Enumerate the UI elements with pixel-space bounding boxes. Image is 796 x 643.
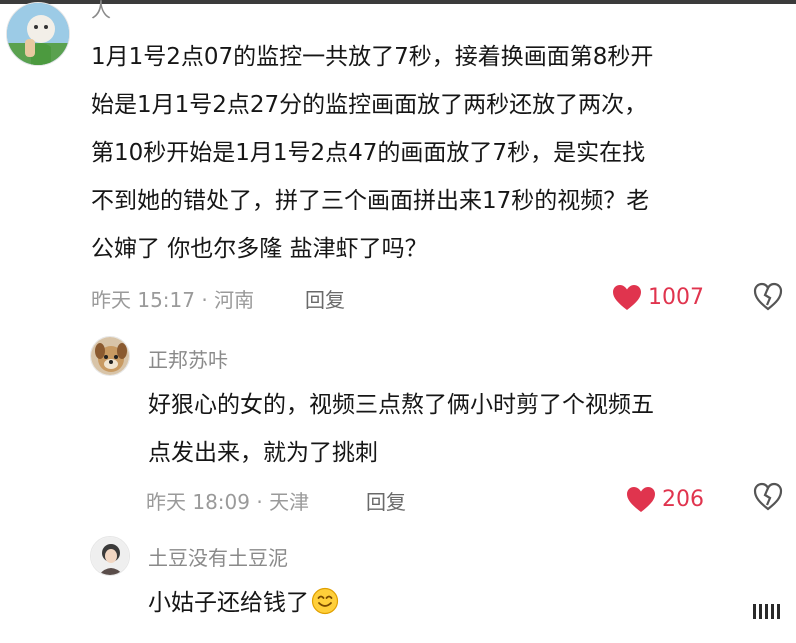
comment-text-line: 不到她的错处了，拼了三个画面拼出来17秒的视频？老 [91, 188, 650, 214]
comment-text-line: 小姑子还给钱了 [148, 584, 339, 623]
like-button[interactable]: 1007 [612, 283, 704, 311]
smiling-face-emoji-icon [311, 587, 339, 615]
username[interactable]: 人 [91, 0, 111, 23]
dislike-button[interactable] [753, 282, 783, 312]
dog-avatar-icon [91, 337, 129, 375]
comment-text-line: 始是1月1号2点27分的监控画面放了两秒还放了两次， [91, 92, 648, 118]
like-count: 1007 [648, 284, 704, 310]
photo-avatar-icon [91, 537, 129, 575]
broken-heart-icon [753, 482, 783, 511]
timestamp-location: 昨天 18:09 · 天津 [146, 490, 310, 514]
timestamp-location: 昨天 15:17 · 河南 [91, 288, 255, 312]
like-count: 206 [662, 486, 704, 512]
avatar[interactable] [6, 2, 70, 66]
comment-text-line: 公婶了 你也尔多隆 盐津虾了吗？ [91, 236, 428, 262]
avatar[interactable] [90, 336, 130, 376]
comment-text-line: 好狠心的女的，视频三点熬了俩小时剪了个视频五 [148, 392, 654, 418]
watermark-dots [753, 604, 780, 619]
broken-heart-icon [753, 282, 783, 311]
reply-item: 正邦苏咔 好狠心的女的，视频三点熬了俩小时剪了个视频五 点发出来，就为了挑刺 昨… [0, 320, 796, 520]
heart-icon [613, 284, 641, 310]
comment-text-line: 点发出来，就为了挑刺 [148, 440, 378, 466]
reply-button[interactable]: 回复 [305, 284, 345, 313]
comment-text-line: 1月1号2点07的监控一共放了7秒，接着换画面第8秒开 [91, 44, 654, 70]
cartoon-character-avatar-icon [7, 3, 69, 65]
avatar[interactable] [90, 536, 130, 576]
reply-item: 土豆没有土豆泥 小姑子还给钱了 [0, 520, 796, 643]
like-button[interactable]: 206 [626, 485, 704, 513]
username[interactable]: 土豆没有土豆泥 [148, 542, 288, 571]
reply-button[interactable]: 回复 [366, 486, 406, 515]
dislike-button[interactable] [753, 482, 783, 512]
username[interactable]: 正邦苏咔 [148, 344, 228, 373]
heart-icon [627, 486, 655, 512]
comment-text: 小姑子还给钱了 [148, 590, 309, 616]
comment-text-line: 第10秒开始是1月1号2点47的画面放了7秒，是实在找 [91, 140, 646, 166]
comment-item: 人 1月1号2点07的监控一共放了7秒，接着换画面第8秒开 始是1月1号2点27… [0, 0, 796, 320]
